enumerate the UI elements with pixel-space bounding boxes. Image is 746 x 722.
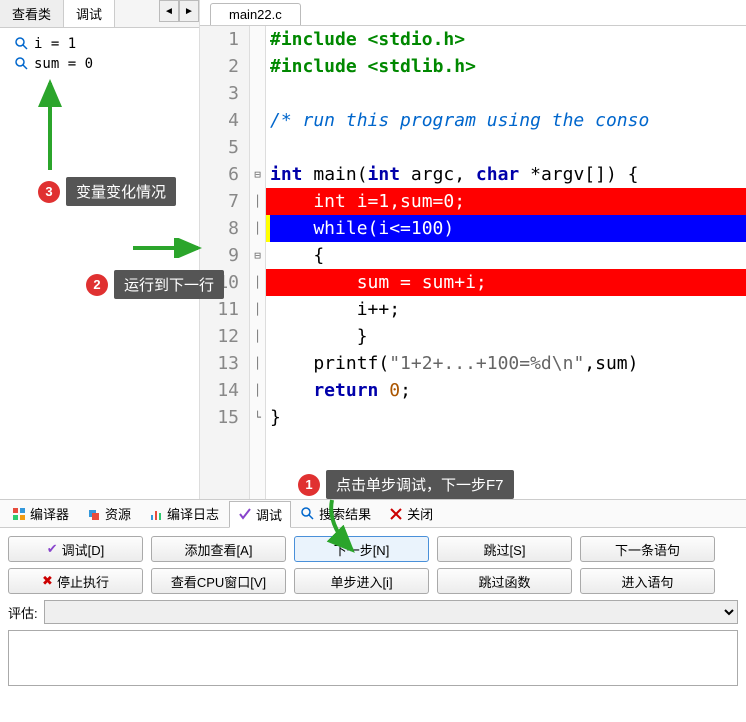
nav-left-icon[interactable]: ◄ [159, 0, 179, 22]
breakpoint-line: int i=1,sum=0; [266, 188, 746, 215]
tab-close[interactable]: 关闭 [381, 501, 441, 526]
debug-button[interactable]: ✔调试[D] [8, 536, 143, 562]
bottom-tabs: 编译器 资源 编译日志 调试 搜索结果 关闭 [0, 500, 746, 528]
line-number: 2 [200, 53, 239, 80]
tab-resource[interactable]: 资源 [79, 501, 139, 526]
annotation-3: 3 变量变化情况 [38, 177, 176, 206]
badge-1: 1 [298, 474, 320, 496]
into-statement-button[interactable]: 进入语句 [580, 568, 715, 594]
line-number: 15 [200, 404, 239, 431]
line-number: 3 [200, 80, 239, 107]
step-into-button[interactable]: 单步进入[i] [294, 568, 429, 594]
line-gutter: 1 2 3 4 5 6 7 8 9 10 11 12 13 14 15 [200, 26, 250, 499]
eval-label: 评估: [8, 603, 38, 622]
file-tab[interactable]: main22.c [210, 3, 301, 25]
line-number: 1 [200, 26, 239, 53]
fold-minus-icon[interactable]: ⊟ [250, 242, 265, 269]
badge-3: 3 [38, 181, 60, 203]
annotation-2: 2 运行到下一行 [86, 270, 224, 299]
next-statement-button[interactable]: 下一条语句 [580, 536, 715, 562]
watch-var-text: i = 1 [34, 36, 76, 52]
annotation-label: 点击单步调试，下一步F7 [326, 470, 514, 499]
tab-compile-log[interactable]: 编译日志 [141, 501, 227, 526]
current-line: while(i<=100) [266, 215, 746, 242]
skip-function-button[interactable]: 跳过函数 [437, 568, 572, 594]
code-lines: #include <stdio.h> #include <stdlib.h> /… [266, 26, 746, 499]
tab-debug[interactable]: 调试 [64, 0, 115, 27]
eval-select[interactable] [44, 600, 738, 624]
arrow-icon [35, 75, 65, 175]
line-number: 4 [200, 107, 239, 134]
magnifier-icon [14, 56, 30, 72]
check-icon: ✔ [47, 541, 58, 557]
fold-column: ⊟ ││ ⊟ │││││└ [250, 26, 266, 499]
line-number: 5 [200, 134, 239, 161]
line-number: 6 [200, 161, 239, 188]
left-tabs: 查看类 调试 ◄ ► [0, 0, 199, 28]
line-number: 7 [200, 188, 239, 215]
tab-debug-bottom[interactable]: 调试 [229, 501, 291, 528]
badge-2: 2 [86, 274, 108, 296]
watch-item[interactable]: i = 1 [6, 34, 193, 54]
line-number: 12 [200, 323, 239, 350]
watch-variables: i = 1 sum = 0 [0, 28, 199, 80]
debug-panel: ✔调试[D] 添加查看[A] 下一步[N] 跳过[S] 下一条语句 ✖停止执行 … [0, 528, 746, 694]
stop-icon: ✖ [42, 573, 53, 589]
magnifier-icon [301, 507, 315, 521]
chart-icon [149, 507, 163, 521]
breakpoint-line: sum = sum+i; [266, 269, 746, 296]
tab-compiler[interactable]: 编译器 [4, 501, 77, 526]
check-icon [238, 507, 252, 521]
close-icon [389, 507, 403, 521]
line-number: 13 [200, 350, 239, 377]
annotation-label: 变量变化情况 [66, 177, 176, 206]
watch-var-text: sum = 0 [34, 56, 93, 72]
cpu-window-button[interactable]: 查看CPU窗口[V] [151, 568, 286, 594]
arrow-icon [128, 238, 208, 258]
annotation-label: 运行到下一行 [114, 270, 224, 299]
annotation-1: 1 点击单步调试，下一步F7 [298, 470, 514, 499]
code-panel: main22.c 1 2 3 4 5 6 7 8 9 10 11 12 13 1… [200, 0, 746, 499]
grid-icon [12, 507, 26, 521]
fold-minus-icon[interactable]: ⊟ [250, 161, 265, 188]
skip-button[interactable]: 跳过[S] [437, 536, 572, 562]
output-box[interactable] [8, 630, 738, 686]
nav-right-icon[interactable]: ► [179, 0, 199, 22]
line-number: 14 [200, 377, 239, 404]
watch-item[interactable]: sum = 0 [6, 54, 193, 74]
file-tab-bar: main22.c [200, 0, 746, 26]
add-watch-button[interactable]: 添加查看[A] [151, 536, 286, 562]
stop-button[interactable]: ✖停止执行 [8, 568, 143, 594]
stack-icon [87, 507, 101, 521]
magnifier-icon [14, 36, 30, 52]
line-number: 11 [200, 296, 239, 323]
arrow-icon [322, 495, 372, 560]
tab-view-class[interactable]: 查看类 [0, 0, 64, 27]
code-editor[interactable]: 1 2 3 4 5 6 7 8 9 10 11 12 13 14 15 ⊟ ││ [200, 26, 746, 499]
